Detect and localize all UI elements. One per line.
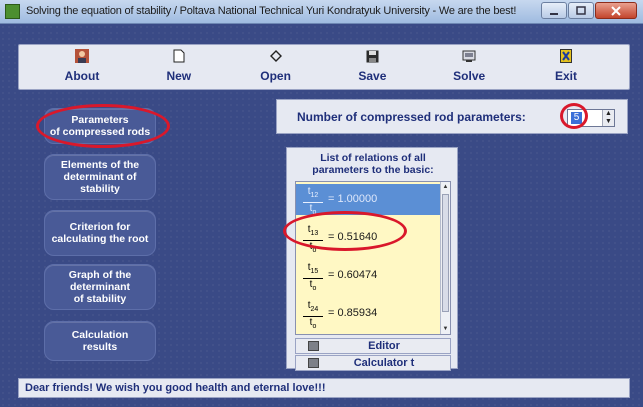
solve-label: Solve [453, 69, 486, 83]
scroll-thumb[interactable] [442, 194, 449, 312]
minimize-icon [550, 12, 558, 15]
close-button[interactable] [595, 2, 637, 19]
about-label: About [64, 69, 100, 83]
scroll-down-icon[interactable]: ▼ [441, 324, 450, 334]
new-label: New [166, 69, 192, 83]
spin-down-icon[interactable]: ▼ [603, 118, 614, 126]
calculator-button[interactable]: Calculator t [295, 355, 451, 371]
relation-fraction: t12 to [302, 186, 324, 219]
about-button[interactable]: About [39, 45, 125, 89]
relations-scrollbar[interactable]: ▲ ▼ [440, 182, 450, 334]
status-bar: Dear friends! We wish you good health an… [18, 378, 630, 398]
nav-item-label: Graph of the determinant of stability [68, 269, 132, 305]
open-button[interactable]: Open [233, 45, 319, 89]
relation-value: = 1.00000 [328, 193, 378, 205]
relation-value: = 0.51640 [328, 231, 378, 243]
spinner-arrows[interactable]: ▲ ▼ [602, 110, 614, 126]
scroll-up-icon[interactable]: ▲ [441, 182, 450, 192]
parameters-count-label: Number of compressed rod parameters: [297, 110, 526, 124]
spin-up-icon[interactable]: ▲ [603, 110, 614, 118]
solve-icon [462, 49, 476, 63]
relations-title: List of relations of all parameters to t… [312, 152, 434, 176]
toolbar: About New Open Save Solve Exit [18, 44, 630, 90]
title-bar: Solving the equation of stability / Polt… [0, 0, 643, 24]
nav-item-label: Elements of the determinant of stability [60, 159, 140, 195]
maximize-button[interactable] [568, 2, 594, 19]
window-title: Solving the equation of stability / Polt… [26, 5, 517, 17]
editor-label: Editor [368, 340, 400, 352]
nav-item-label: Criterion for calculating the root [51, 221, 149, 245]
nav-elements-of-determinant[interactable]: Elements of the determinant of stability [44, 154, 156, 200]
parameters-count-value[interactable]: 5 [571, 112, 582, 124]
maximize-icon [576, 5, 586, 15]
open-label: Open [260, 69, 291, 83]
new-document-icon [172, 49, 186, 63]
nav-item-label: Calculation results [71, 329, 129, 353]
relation-fraction: t13 to [302, 224, 324, 257]
exit-button[interactable]: Exit [523, 45, 609, 89]
status-message: Dear friends! We wish you good health an… [25, 382, 326, 394]
exit-label: Exit [554, 69, 577, 83]
save-label: Save [358, 69, 387, 83]
save-button[interactable]: Save [329, 45, 415, 89]
relation-fraction: t15 to [302, 262, 324, 295]
parameters-count-spinner[interactable]: 5 ▲ ▼ [567, 109, 615, 127]
relation-value: = 0.85934 [328, 307, 378, 319]
nav-graph-of-determinant[interactable]: Graph of the determinant of stability [44, 264, 156, 310]
close-icon [611, 5, 621, 16]
nav-criterion-for-root[interactable]: Criterion for calculating the root [44, 210, 156, 256]
nav-item-label: Parameters of compressed rods [49, 114, 151, 138]
relation-row[interactable]: t15 to = 0.60474 [296, 260, 442, 292]
floppy-disk-icon [365, 49, 379, 63]
relations-panel: List of relations of all parameters to t… [286, 147, 458, 371]
parameters-count-panel: Number of compressed rod parameters: 5 ▲… [276, 99, 628, 134]
nav-calculation-results[interactable]: Calculation results [44, 321, 156, 361]
open-icon [269, 49, 283, 63]
person-icon [75, 49, 89, 63]
relation-row[interactable]: t13 to = 0.51640 [296, 222, 442, 254]
relation-row[interactable]: t24 to = 0.85934 [296, 298, 442, 330]
minimize-button[interactable] [541, 2, 567, 19]
editor-button[interactable]: Editor [295, 338, 451, 354]
relations-list[interactable]: t12 to = 1.00000 t13 to = 0.51640 t15 to… [295, 181, 451, 335]
solve-button[interactable]: Solve [426, 45, 512, 89]
app-icon [5, 4, 20, 19]
window-controls [540, 2, 637, 19]
new-button[interactable]: New [136, 45, 222, 89]
relation-value: = 0.60474 [328, 269, 378, 281]
exit-icon [559, 49, 573, 63]
nav-parameters-of-compressed-rods[interactable]: Parameters of compressed rods [44, 108, 156, 144]
relation-fraction: t24 to [302, 300, 324, 333]
calculator-label: Calculator t [353, 357, 415, 369]
relation-row[interactable]: t12 to = 1.00000 [296, 184, 442, 216]
